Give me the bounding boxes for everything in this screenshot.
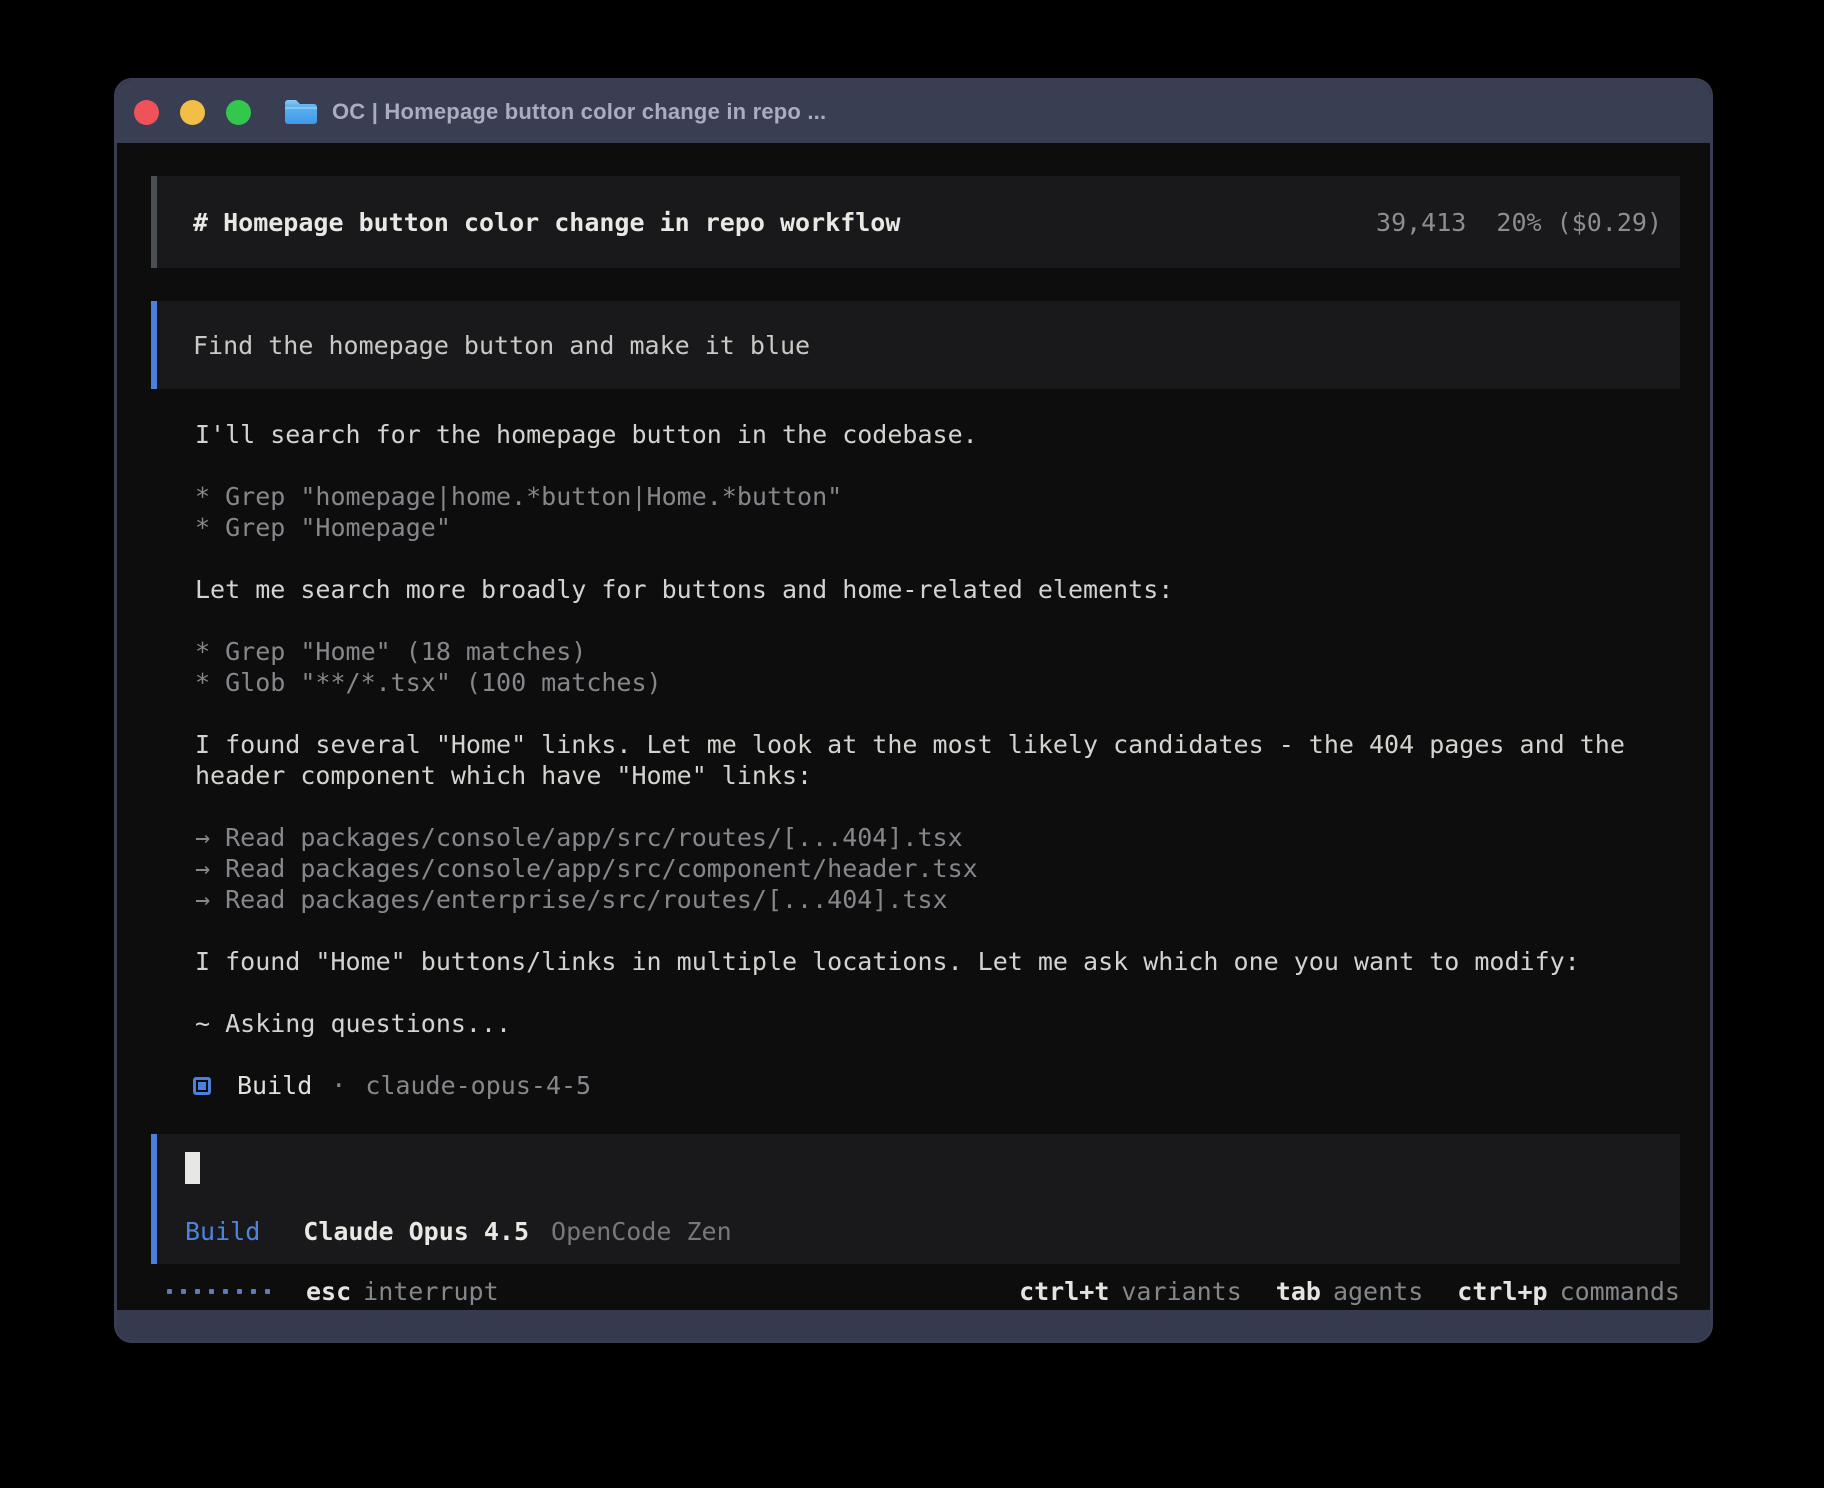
terminal-content: # Homepage button color change in repo w… <box>117 143 1710 1310</box>
minimize-button[interactable] <box>180 100 205 125</box>
user-message-text: Find the homepage button and make it blu… <box>193 330 810 361</box>
transcript: I'll search for the homepage button in t… <box>151 419 1680 1070</box>
agent-separator: · <box>331 1070 346 1101</box>
transcript-blank-line <box>195 791 1680 822</box>
terminal-window: OC | Homepage button color change in rep… <box>114 78 1713 1343</box>
session-title: # Homepage button color change in repo w… <box>193 207 900 238</box>
shortcut-hint: ctrl+t variants <box>1019 1276 1242 1307</box>
transcript-line: header component which have "Home" links… <box>195 760 1680 791</box>
shortcut-label: commands <box>1560 1276 1680 1307</box>
status-bar: escinterrupt ctrl+tvariantstabagentsctrl… <box>151 1275 1680 1307</box>
agent-square-icon <box>193 1077 211 1095</box>
session-stats: 39,413 20% ($0.29) <box>1376 207 1662 238</box>
transcript-blank-line <box>195 698 1680 729</box>
shortcut-label: agents <box>1333 1276 1423 1307</box>
shortcut-key: esc <box>306 1276 351 1307</box>
close-button[interactable] <box>134 100 159 125</box>
shortcut-key: ctrl+p <box>1457 1276 1547 1307</box>
transcript-line: ~ Asking questions... <box>195 1008 1680 1039</box>
traffic-lights <box>134 100 251 125</box>
agent-model: claude-opus-4-5 <box>365 1070 591 1101</box>
shortcuts-left: esc interrupt <box>306 1276 499 1307</box>
desktop: OC | Homepage button color change in rep… <box>0 0 1824 1488</box>
transcript-line: * Glob "**/*.tsx" (100 matches) <box>195 667 1680 698</box>
input-agent-label: Build <box>185 1216 260 1247</box>
transcript-line: → Read packages/enterprise/src/routes/[.… <box>195 884 1680 915</box>
shortcut-hint: esc interrupt <box>306 1276 499 1307</box>
zoom-button[interactable] <box>226 100 251 125</box>
transcript-line: I found several "Home" links. Let me loo… <box>195 729 1680 760</box>
transcript-line: I found "Home" buttons/links in multiple… <box>195 946 1680 977</box>
transcript-line: * Grep "Homepage" <box>195 512 1680 543</box>
transcript-blank-line <box>195 1039 1680 1070</box>
window-titlebar[interactable]: OC | Homepage button color change in rep… <box>117 81 1710 143</box>
user-message: Find the homepage button and make it blu… <box>151 301 1680 389</box>
text-cursor <box>185 1152 200 1184</box>
shortcuts-right: ctrl+t variants tab agents ctrl+p commands <box>1019 1276 1680 1307</box>
shortcut-key: tab <box>1276 1276 1321 1307</box>
folder-icon <box>283 98 319 126</box>
shortcut-hint: tab agents <box>1276 1276 1423 1307</box>
transcript-line: * Grep "Home" (18 matches) <box>195 636 1680 667</box>
transcript-blank-line <box>195 915 1680 946</box>
transcript-blank-line <box>195 450 1680 481</box>
transcript-line: Let me search more broadly for buttons a… <box>195 574 1680 605</box>
transcript-blank-line <box>195 977 1680 1008</box>
input-provider-label: OpenCode Zen <box>551 1216 732 1247</box>
prompt-input[interactable]: Build Claude Opus 4.5 OpenCode Zen <box>151 1134 1680 1264</box>
spinner-dots-icon <box>167 1289 270 1294</box>
session-header: # Homepage button color change in repo w… <box>151 176 1680 268</box>
shortcut-hint: ctrl+p commands <box>1457 1276 1680 1307</box>
transcript-line: * Grep "homepage|home.*button|Home.*butt… <box>195 481 1680 512</box>
title-group: OC | Homepage button color change in rep… <box>283 98 826 126</box>
shortcut-key: ctrl+t <box>1019 1276 1109 1307</box>
shortcut-label: interrupt <box>363 1276 498 1307</box>
transcript-blank-line <box>195 543 1680 574</box>
transcript-line: → Read packages/console/app/src/componen… <box>195 853 1680 884</box>
transcript-line: I'll search for the homepage button in t… <box>195 419 1680 450</box>
agent-status-line: Build · claude-opus-4-5 <box>151 1070 1680 1101</box>
model-row: Build Claude Opus 4.5 OpenCode Zen <box>185 1216 1654 1247</box>
input-model-label: Claude Opus 4.5 <box>303 1216 529 1247</box>
transcript-blank-line <box>195 605 1680 636</box>
window-bottom-frame <box>117 1310 1710 1340</box>
shortcut-label: variants <box>1121 1276 1241 1307</box>
window-title: OC | Homepage button color change in rep… <box>332 99 826 125</box>
transcript-line: → Read packages/console/app/src/routes/[… <box>195 822 1680 853</box>
agent-name: Build <box>237 1070 312 1101</box>
